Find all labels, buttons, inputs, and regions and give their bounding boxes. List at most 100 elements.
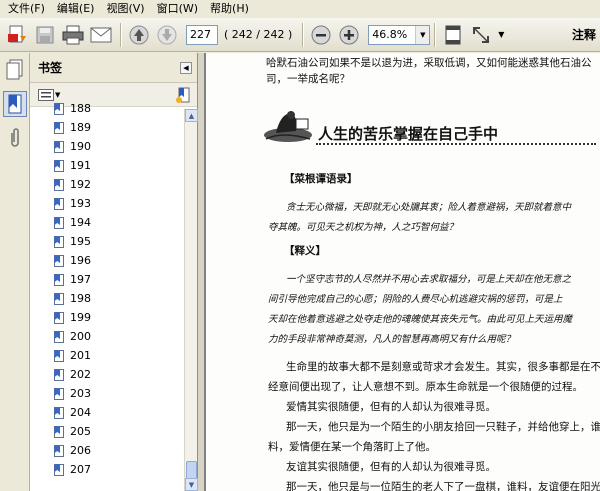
menu-window[interactable]: 窗口(W) (151, 0, 204, 18)
print-button[interactable] (60, 22, 86, 48)
body-line: 料，爱情便在某一个角落盯上了他。 (268, 441, 436, 453)
bookmark-item[interactable]: 206 (30, 441, 184, 460)
text-line: 司，一举成名呢？ (266, 73, 350, 85)
bookmark-item[interactable]: 192 (30, 175, 184, 194)
bookmark-icon (54, 387, 64, 400)
bookmark-icon (54, 121, 64, 134)
save-button[interactable] (32, 22, 58, 48)
explain-line: 间引导他完成自己的心愿；阴险的人费尽心机逃避灾祸的惩罚，可是上 (268, 294, 563, 305)
body-line: 那一天，他只是与一位陌生的老人下了一盘棋，谁料，友谊便在阳光 (286, 481, 600, 491)
pages-tab[interactable] (3, 57, 27, 83)
bookmark-label: 202 (70, 368, 91, 381)
title-dotted-rule (316, 143, 596, 145)
bookmark-label: 199 (70, 311, 91, 324)
explain-line: 天却在他着意逃避之处夺走他的魂魄使其丧失元气。由此可见上天运用魔 (268, 314, 573, 325)
bookmark-item[interactable]: 208 (30, 479, 184, 481)
bookmark-label: 200 (70, 330, 91, 343)
chevron-down-icon[interactable]: ▼ (415, 25, 430, 44)
toolbar-separator (302, 22, 305, 47)
bookmark-item[interactable]: 204 (30, 403, 184, 422)
bookmark-item[interactable]: 188 (30, 99, 184, 118)
chevron-down-icon: ▼ (55, 90, 61, 99)
zoom-input[interactable] (369, 25, 416, 44)
bookmark-label: 195 (70, 235, 91, 248)
bookmarks-tab[interactable] (3, 91, 27, 117)
scroll-down-button[interactable]: ▼ (185, 478, 198, 491)
bookmark-label: 190 (70, 140, 91, 153)
scroll-up-button[interactable]: ▲ (185, 109, 198, 122)
bookmark-item[interactable]: 203 (30, 384, 184, 403)
bookmark-label: 192 (70, 178, 91, 191)
bookmark-item[interactable]: 195 (30, 232, 184, 251)
bookmark-icon (54, 197, 64, 210)
zoom-in-button[interactable] (336, 22, 362, 48)
toolbar-options-chevron[interactable]: ▼ (498, 30, 504, 39)
bookmark-item[interactable]: 199 (30, 308, 184, 327)
menu-file[interactable]: 文件(F) (2, 0, 51, 18)
body-line: 那一天，他只是为一个陌生的小朋友拾回一只鞋子，并给他穿上，谁 (286, 421, 600, 433)
bookmark-icon (54, 463, 64, 476)
bookmark-item[interactable]: 196 (30, 251, 184, 270)
bookmark-label: 204 (70, 406, 91, 419)
bookmark-label: 189 (70, 121, 91, 134)
menu-view[interactable]: 视图(V) (100, 0, 150, 18)
bookmark-item[interactable]: 194 (30, 213, 184, 232)
bookmark-label: 194 (70, 216, 91, 229)
fit-page-button[interactable] (440, 22, 466, 48)
bookmark-icon (54, 330, 64, 343)
previous-page-button[interactable] (126, 22, 152, 48)
navigation-strip (0, 53, 30, 491)
body-line: 爱情其实很随便，但有的人却认为很难寻觅。 (286, 401, 496, 413)
menu-edit[interactable]: 编辑(E) (51, 0, 101, 18)
bookmark-item[interactable]: 191 (30, 156, 184, 175)
full-screen-button[interactable] (468, 22, 494, 48)
bookmark-label: 193 (70, 197, 91, 210)
bookmarks-panel: 书签 ◀ ▼ 188 189 190 191 192 193 194 195 196 197 198… (30, 53, 198, 491)
toolbar-separator (434, 22, 437, 47)
scholar-illustration (264, 111, 312, 142)
bookmark-icon (54, 102, 64, 115)
explain-line: 力的手段非常神奇莫测，凡人的智慧再高明又有什么用呢？ (268, 334, 516, 345)
bookmark-item[interactable]: 201 (30, 346, 184, 365)
bookmark-item[interactable]: 193 (30, 194, 184, 213)
bookmark-item[interactable]: 197 (30, 270, 184, 289)
bookmark-label: 191 (70, 159, 91, 172)
zoom-out-button[interactable] (308, 22, 334, 48)
create-pdf-button[interactable] (4, 22, 30, 48)
save-icon (36, 26, 54, 43)
section-heading: 【菜根谭语录】 (284, 173, 358, 185)
panel-title: 书签 (38, 61, 63, 75)
panel-collapse-button[interactable]: ◀ (180, 61, 192, 74)
bookmark-item[interactable]: 207 (30, 460, 184, 479)
paperclip-icon (11, 128, 19, 147)
next-page-button[interactable] (154, 22, 180, 48)
attachments-tab[interactable] (3, 125, 27, 151)
document-viewport[interactable]: 哈默石油公司如果不是以退为进，采取低调，又如何能迷惑其他石油公 司，一举成名呢？… (204, 53, 600, 491)
bookmark-icon (54, 444, 64, 457)
bookmark-item[interactable]: 202 (30, 365, 184, 384)
comment-button[interactable]: 注释 (572, 26, 600, 43)
bookmark-icon (54, 311, 64, 324)
bookmark-item[interactable]: 205 (30, 422, 184, 441)
bookmark-icon (54, 178, 64, 191)
email-button[interactable] (88, 22, 114, 48)
bookmark-label: 203 (70, 387, 91, 400)
main-toolbar: ( 242 / 242 ) ▼ ▼ 注释 (0, 18, 600, 52)
pages-icon (6, 59, 23, 80)
minus-circle-icon (311, 25, 331, 44)
menu-help[interactable]: 帮助(H) (204, 0, 255, 18)
bookmark-icon (54, 235, 64, 248)
bookmark-list: 188 189 190 191 192 193 194 195 196 197 198 199 200 2… (30, 99, 184, 481)
body-line: 友谊其实很随便，但有的人却认为很难寻觅。 (286, 461, 496, 473)
quote-line: 夺其魄。可见天之机权为神，人之巧智何益？ (268, 222, 459, 233)
bookmark-item[interactable]: 200 (30, 327, 184, 346)
zoom-select[interactable]: ▼ (368, 24, 431, 45)
bookmark-scrollbar[interactable]: ▲ ▼ (184, 109, 198, 491)
page-number-input[interactable] (186, 24, 218, 45)
bookmark-label: 201 (70, 349, 91, 362)
bookmark-item[interactable]: 190 (30, 137, 184, 156)
bookmark-icon (54, 159, 64, 172)
bookmark-icon (54, 425, 64, 438)
bookmark-item[interactable]: 189 (30, 118, 184, 137)
bookmark-item[interactable]: 198 (30, 289, 184, 308)
